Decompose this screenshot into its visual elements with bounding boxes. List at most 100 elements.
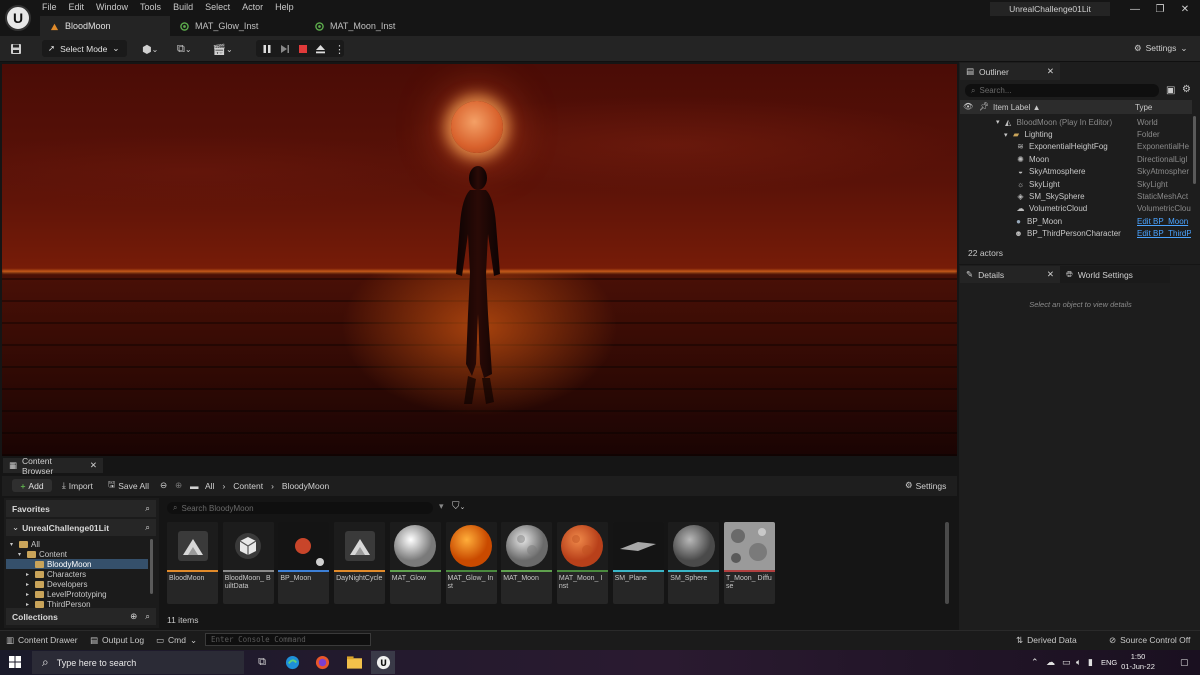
outliner-search-input[interactable]: ⌕ Search...	[965, 84, 1159, 97]
expand-arrow-icon[interactable]: ▾	[1004, 131, 1008, 139]
eject-icon[interactable]	[315, 42, 326, 56]
add-actor-icon[interactable]: ⬢ ⌄	[142, 42, 158, 56]
unreal-logo-icon[interactable]: U	[5, 5, 31, 31]
battery-icon[interactable]: ▮	[1088, 657, 1093, 668]
tab-bloodmoon[interactable]: BloodMoon	[40, 16, 170, 36]
network-icon[interactable]: ▭	[1062, 657, 1071, 668]
console-command-input[interactable]: Enter Console Command	[205, 633, 371, 646]
tab-content-browser[interactable]: ▦ Content Browser ✕	[3, 456, 103, 476]
expand-arrow-icon[interactable]: ▸	[26, 601, 32, 608]
tab-details[interactable]: ✎ Details ✕	[960, 266, 1060, 283]
language-indicator[interactable]: ENG	[1101, 658, 1117, 667]
windows-start-icon[interactable]	[9, 656, 21, 670]
edit-blueprint-link[interactable]: Edit BP_Moon	[1137, 217, 1191, 226]
menu-tools[interactable]: Tools	[134, 0, 167, 14]
expand-arrow-icon[interactable]: ▸	[26, 581, 32, 588]
tab-mat-glow-inst[interactable]: MAT_Glow_Inst	[170, 16, 300, 36]
cmd-dropdown[interactable]: ▭ Cmd ⌄	[156, 634, 197, 646]
pause-icon[interactable]	[262, 42, 272, 56]
add-button[interactable]: + Add	[12, 479, 52, 492]
search-icon[interactable]: ⌕	[145, 611, 150, 622]
breadcrumb-all[interactable]: All	[205, 481, 214, 491]
maximize-icon[interactable]: ❐	[1152, 4, 1168, 15]
blueprint-menu-icon[interactable]: ⧉ ⌄	[177, 42, 192, 56]
asset-tile[interactable]: MAT_Moon	[501, 522, 553, 604]
collapse-arrow-icon[interactable]: ▾	[18, 551, 24, 558]
outliner-row[interactable]: ✺ Moon DirectionalLigl	[960, 153, 1192, 165]
asset-tile[interactable]: T_Moon_ Diffuse	[724, 522, 775, 604]
chevron-up-icon[interactable]: ⌃	[1031, 657, 1039, 668]
save-all-button[interactable]: 🖫 Save All	[108, 479, 149, 492]
asset-tile[interactable]: SM_Plane	[612, 522, 664, 604]
favorites-header[interactable]: Favorites ⌕	[6, 500, 156, 517]
close-icon[interactable]: ✕	[90, 460, 97, 471]
asset-search-input[interactable]: ⌕ Search BloodyMoon	[167, 502, 433, 514]
search-options-icon[interactable]: ▾	[439, 501, 444, 512]
search-icon[interactable]: ⌕	[145, 522, 150, 533]
history-forward-icon[interactable]: ⊕	[175, 479, 182, 492]
notifications-icon[interactable]: ▢	[1180, 657, 1189, 668]
folder-tree-item[interactable]: BloodyMoon	[6, 559, 148, 569]
asset-tile[interactable]: SM_Sphere	[668, 522, 720, 604]
unreal-engine-icon[interactable]: U	[374, 654, 392, 671]
cloud-icon[interactable]: ☁	[1046, 657, 1055, 668]
menu-select[interactable]: Select	[199, 0, 236, 14]
close-icon[interactable]: ✕	[1047, 269, 1054, 280]
asset-tile[interactable]: MAT_Glow_ Inst	[445, 522, 497, 604]
level-viewport[interactable]	[2, 64, 957, 456]
asset-tile[interactable]: BloodMoon_ BuiltData	[222, 522, 274, 604]
outliner-row[interactable]: ☻ BP_ThirdPersonCharacter Edit BP_ThirdP	[960, 228, 1192, 240]
gear-icon[interactable]: ⚙	[1182, 84, 1191, 95]
output-log-button[interactable]: ▤ Output Log	[90, 634, 144, 646]
edit-blueprint-link[interactable]: Edit BP_ThirdP	[1137, 229, 1191, 238]
outliner-row[interactable]: ▾ ◭ BloodMoon (Play In Editor) World	[960, 116, 1192, 128]
folder-tree-item[interactable]: ▾ Content	[6, 549, 148, 559]
tab-mat-moon-inst[interactable]: MAT_Moon_Inst	[305, 16, 435, 36]
asset-tile[interactable]: MAT_Glow	[389, 522, 441, 604]
menu-help[interactable]: Help	[269, 0, 300, 14]
cinematics-icon[interactable]: 🎬︎ ⌄	[212, 42, 233, 56]
menu-edit[interactable]: Edit	[63, 0, 91, 14]
menu-file[interactable]: File	[36, 0, 63, 14]
folder-icon[interactable]: ▬	[190, 479, 199, 492]
derived-data-button[interactable]: ⇅ Derived Data	[1016, 634, 1077, 646]
search-icon[interactable]: ⌕	[145, 503, 150, 514]
expand-arrow-icon[interactable]: ▸	[26, 591, 32, 598]
collections-header[interactable]: Collections ⊕ ⌕	[6, 608, 156, 625]
import-button[interactable]: ⤓ Import	[62, 479, 93, 492]
save-icon[interactable]	[10, 42, 22, 56]
task-view-icon[interactable]: ⧉	[253, 654, 271, 671]
outliner-row[interactable]: ☼ SkyLight SkyLight	[960, 178, 1192, 190]
add-folder-icon[interactable]: ▣	[1166, 85, 1175, 96]
select-mode-dropdown[interactable]: ➚ Select Mode ⌄	[42, 40, 127, 57]
asset-tile[interactable]: MAT_Moon_ Inst	[556, 522, 608, 604]
folder-tree-item[interactable]: ▸ LevelPrototyping	[6, 589, 148, 599]
minimize-icon[interactable]: —	[1127, 4, 1143, 15]
filter-icon[interactable]: ⛉⌄	[452, 501, 465, 512]
menu-window[interactable]: Window	[90, 0, 134, 14]
add-collection-icon[interactable]: ⊕	[130, 611, 137, 622]
outliner-row[interactable]: ◒ SkyAtmosphere SkyAtmospher	[960, 166, 1192, 178]
outliner-row[interactable]: ☁ VolumetricCloud VolumetricClou	[960, 203, 1192, 215]
asset-tile[interactable]: DayNightCycle	[334, 522, 386, 604]
source-control-button[interactable]: ⊘ Source Control Off	[1109, 634, 1190, 646]
project-header[interactable]: ⌄ UnrealChallenge01Lit ⌕	[6, 519, 156, 536]
asset-tile[interactable]: BP_Moon	[278, 522, 330, 604]
asset-scrollbar[interactable]	[945, 522, 949, 604]
menu-build[interactable]: Build	[167, 0, 199, 14]
close-icon[interactable]: ✕	[1177, 4, 1193, 15]
clock[interactable]: 1:50 01-Jun-22	[1120, 652, 1156, 672]
column-item-label[interactable]: Item Label ▲	[993, 103, 1041, 112]
folder-tree-item[interactable]: ▸ Characters	[6, 569, 148, 579]
breadcrumb-content[interactable]: Content	[233, 481, 263, 491]
content-drawer-button[interactable]: ▥ Content Drawer	[6, 634, 78, 646]
tab-outliner[interactable]: ▤ Outliner ✕	[960, 63, 1060, 80]
outliner-scrollbar[interactable]	[1193, 116, 1196, 184]
tab-world-settings[interactable]: 🌐︎ World Settings	[1060, 266, 1170, 283]
settings-button[interactable]: ⚙ Settings ⌄	[1134, 41, 1187, 55]
file-explorer-icon[interactable]	[345, 654, 363, 671]
more-options-icon[interactable]: ⋮	[334, 42, 345, 56]
asset-tile[interactable]: BloodMoon	[167, 522, 218, 604]
folder-tree-item[interactable]: ▸ Developers	[6, 579, 148, 589]
pin-icon[interactable]: 📌︎	[979, 102, 989, 111]
